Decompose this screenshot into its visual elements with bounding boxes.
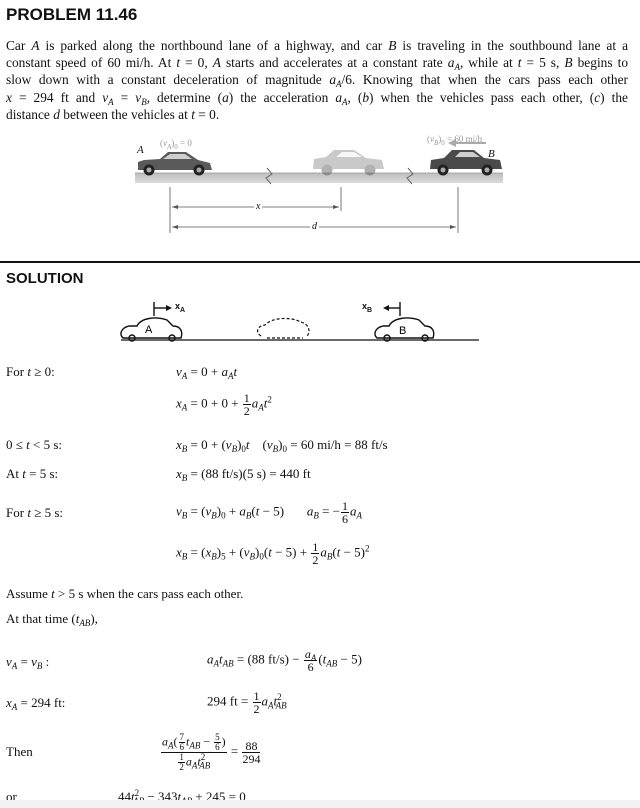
eq-vb-late: vB = (vB)0 + aB(t − 5) aB = −1 6 aA <box>176 499 362 526</box>
road <box>135 173 503 183</box>
label-xa-294: xA = 294 ft: <box>6 695 66 712</box>
eq-velocity-match: aAtAB = (88 ft/s) − aA 6 (tAB − 5) <box>207 647 362 674</box>
eq-xb-late: xB = (xB)5 + (vB)0(t − 5) + 1 2 aB(t − 5)2 <box>176 540 370 567</box>
page-bottom-strip <box>0 800 640 808</box>
at-that-time-text: At that time (tAB), <box>6 611 98 628</box>
statement-line-4: x = 294 ft and vA = vB, determine (a) th… <box>6 89 629 107</box>
problem-figure <box>135 139 503 233</box>
statement-line-2: constant speed of 60 mi/h. At t = 0, A s… <box>6 55 629 73</box>
figure-label-car-b: B <box>488 148 495 160</box>
eq-xb-early: xB = 0 + (vB)0t (vB)0 = 60 mi/h = 88 ft/… <box>176 437 388 454</box>
statement-line-1: Car A is parked along the northbound lan… <box>6 38 629 53</box>
assume-text: Assume t > 5 s when the cars pass each o… <box>6 586 244 601</box>
sketch-label-xb: xB <box>362 301 373 314</box>
car-ghost-illustration <box>313 150 384 176</box>
label-at-t-5: At t = 5 s: <box>6 466 59 481</box>
eq-va: vA = 0 + aAt <box>176 364 238 381</box>
svg-text:B: B <box>399 325 406 337</box>
sketch-label-xa: xA <box>175 301 186 314</box>
figure-label-x: x <box>254 201 263 212</box>
label-range-0-5: 0 ≤ t < 5 s: <box>6 437 63 452</box>
statement-line-3: slow down with a constant deceleration o… <box>6 72 628 90</box>
solution-sketch: A B <box>120 302 479 342</box>
eq-xa: xA = 0 + 0 + 1 2 aAt2 <box>176 391 272 418</box>
problem-heading: PROBLEM 11.46 <box>6 5 138 24</box>
figure-label-d: d <box>310 221 319 232</box>
statement-line-5: distance d between the vehicles at t = 0… <box>6 106 220 122</box>
problem-statement: Car A is parked along the northbound lan… <box>6 37 628 123</box>
svg-text:A: A <box>145 324 153 336</box>
label-for-t-ge-0: For t ≥ 0: <box>6 364 55 379</box>
eq-xb-5: xB = (88 ft/s)(5 s) = 440 ft <box>176 466 311 483</box>
eq-position-match: 294 ft = 1 2 aAt2AB <box>207 689 287 716</box>
solution-heading: SOLUTION <box>6 270 84 287</box>
eq-ratio: aA(7 6 tAB − 5 6) 1 2 aAt2AB = 88 294 <box>161 732 261 772</box>
label-for-t-ge-5: For t ≥ 5 s: <box>6 505 63 520</box>
label-va-eq-vb: vA = vB : <box>6 654 50 671</box>
section-divider <box>0 261 640 263</box>
label-then: Then <box>6 744 33 759</box>
figure-label-va0: (vA)0 = 0 <box>160 138 192 151</box>
sketch-car-ghost <box>256 317 310 339</box>
car-a-illustration <box>138 152 212 176</box>
figure-label-vb0: (vB)0 = 60 mi/h <box>427 134 483 147</box>
figure-label-car-a: A <box>137 144 144 156</box>
